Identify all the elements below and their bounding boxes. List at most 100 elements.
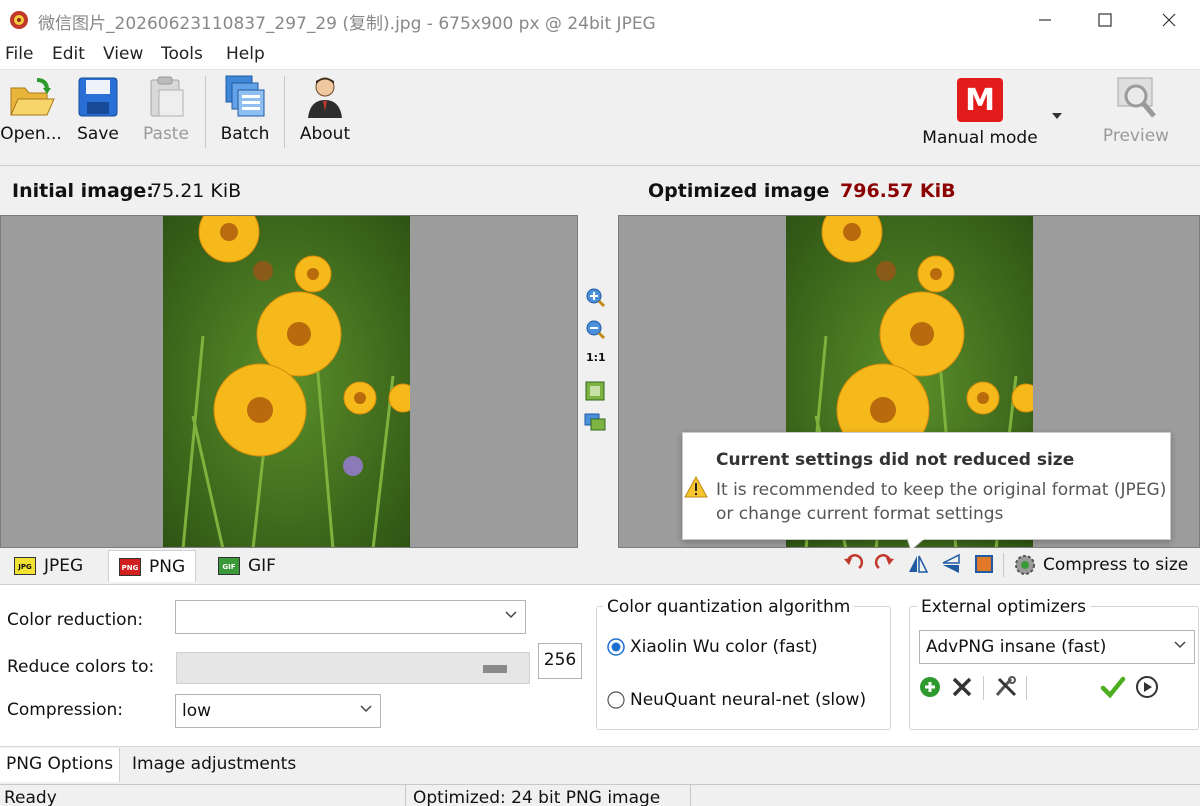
flip-vertical-icon[interactable] xyxy=(940,553,962,575)
radio-unselected-icon xyxy=(607,691,625,709)
tooltip-title: Current settings did not reduced size xyxy=(716,450,1075,470)
status-optimized: Optimized: 24 bit PNG image xyxy=(413,788,661,806)
maximize-icon xyxy=(1098,13,1112,27)
rotate-left-icon[interactable] xyxy=(842,553,864,575)
reduce-colors-label: Reduce colors to: xyxy=(7,657,155,677)
optimized-image-label: Optimized image xyxy=(648,180,830,202)
toolbar-separator xyxy=(983,676,984,700)
menu-view[interactable]: View xyxy=(103,44,143,64)
chevron-down-icon xyxy=(505,611,517,619)
minimize-button[interactable] xyxy=(1016,0,1074,40)
compression-label: Compression: xyxy=(7,700,124,720)
save-label: Save xyxy=(77,124,119,144)
initial-image-pane[interactable] xyxy=(0,215,578,548)
chevron-down-icon xyxy=(360,705,372,713)
run-optimizer-icon[interactable] xyxy=(1135,675,1159,699)
about-person-icon xyxy=(308,77,342,118)
initial-image-size: 75.21 KiB xyxy=(150,180,242,202)
open-label: Open... xyxy=(0,124,62,144)
close-button[interactable] xyxy=(1140,0,1198,40)
compare-images-icon[interactable] xyxy=(584,411,606,433)
external-optimizer-select[interactable]: AdvPNG insane (fast) xyxy=(919,630,1195,664)
status-ready: Ready xyxy=(4,788,57,806)
reduce-colors-slider[interactable] xyxy=(176,652,530,684)
menu-edit[interactable]: Edit xyxy=(52,44,85,64)
save-disk-icon xyxy=(78,77,118,117)
manual-mode-icon: M xyxy=(957,78,1003,122)
add-optimizer-icon[interactable] xyxy=(919,676,941,698)
crop-resize-icon[interactable] xyxy=(973,553,995,575)
gif-format-icon: GIF xyxy=(218,557,240,575)
external-optimizer-value: AdvPNG insane (fast) xyxy=(926,637,1107,657)
compression-select[interactable]: low xyxy=(175,694,381,728)
toolbar-separator xyxy=(205,76,206,148)
tab-png-label: PNG xyxy=(149,556,186,577)
radio-neuquant[interactable]: NeuQuant neural-net (slow) xyxy=(607,690,866,710)
preview-button[interactable]: Preview xyxy=(1100,74,1172,146)
check-enable-icon[interactable] xyxy=(1100,675,1126,699)
quantization-group xyxy=(596,606,891,730)
toolbar-separator xyxy=(1026,676,1027,700)
radio-xiaolin-wu[interactable]: Xiaolin Wu color (fast) xyxy=(607,637,818,657)
toolbar-separator xyxy=(284,76,285,148)
compression-value: low xyxy=(182,701,212,721)
paste-clipboard-icon xyxy=(150,76,184,117)
color-reduction-select[interactable] xyxy=(175,600,526,634)
rotate-right-icon[interactable] xyxy=(874,553,896,575)
initial-photo xyxy=(163,216,410,547)
optimizer-settings-tools-icon[interactable] xyxy=(993,675,1019,699)
app-icon xyxy=(10,11,28,29)
menu-tools[interactable]: Tools xyxy=(161,44,203,64)
quantization-group-title: Color quantization algorithm xyxy=(603,597,855,617)
fit-to-window-icon[interactable] xyxy=(584,380,606,402)
tab-png-options[interactable]: PNG Options xyxy=(0,748,121,782)
tooltip-message-line1: It is recommended to keep the original f… xyxy=(716,480,1167,500)
preview-label: Preview xyxy=(1102,126,1170,146)
status-separator xyxy=(690,785,691,806)
mode-dropdown-icon[interactable] xyxy=(1051,112,1063,120)
about-label: About xyxy=(299,124,351,144)
window-title: 微信图片_20260623110837_297_29 (复制).jpg - 67… xyxy=(38,14,656,34)
preview-magnifier-icon xyxy=(1117,77,1156,118)
reduce-colors-value-field[interactable]: 256 xyxy=(538,643,582,679)
paste-button[interactable]: Paste xyxy=(140,74,192,144)
batch-button[interactable]: Batch xyxy=(218,74,272,144)
radio-neuquant-label: NeuQuant neural-net (slow) xyxy=(630,690,867,710)
color-reduction-label: Color reduction: xyxy=(7,610,144,630)
manual-mode-button[interactable]: M Manual mode xyxy=(918,74,1042,148)
compress-to-size-button[interactable]: Compress to size xyxy=(1013,553,1188,577)
open-button[interactable]: Open... xyxy=(0,74,62,144)
compress-gear-icon xyxy=(1015,555,1035,575)
optimized-image-size: 796.57 KiB xyxy=(840,180,956,202)
flowers-photo-image xyxy=(163,216,410,547)
toolbar-separator xyxy=(1003,553,1004,577)
tab-gif-label: GIF xyxy=(248,556,276,576)
remove-optimizer-icon[interactable] xyxy=(951,676,973,698)
tab-jpeg[interactable]: JPG JPEG xyxy=(4,550,93,582)
tab-gif[interactable]: GIF GIF xyxy=(208,550,286,582)
external-optimizers-title: External optimizers xyxy=(917,597,1091,617)
flip-horizontal-icon[interactable] xyxy=(907,553,929,575)
zoom-actual-size-button[interactable]: 1:1 xyxy=(586,351,606,364)
save-button[interactable]: Save xyxy=(72,74,124,144)
external-optimizers-group xyxy=(909,606,1199,730)
warning-icon xyxy=(684,476,708,498)
slider-thumb[interactable] xyxy=(483,665,507,673)
chevron-down-icon xyxy=(1174,641,1186,649)
about-button[interactable]: About xyxy=(296,74,354,144)
manual-mode-label: Manual mode xyxy=(922,128,1038,148)
maximize-button[interactable] xyxy=(1076,0,1134,40)
zoom-out-icon[interactable] xyxy=(584,318,606,340)
batch-icon xyxy=(225,75,265,117)
menu-file[interactable]: File xyxy=(5,44,33,64)
tab-png[interactable]: PNG PNG xyxy=(108,550,197,582)
radio-selected-icon xyxy=(607,638,625,656)
paste-label: Paste xyxy=(143,124,189,144)
png-format-icon: PNG xyxy=(119,557,141,576)
menu-help[interactable]: Help xyxy=(226,44,265,64)
zoom-in-icon[interactable] xyxy=(584,286,606,308)
tab-jpeg-label: JPEG xyxy=(44,556,84,576)
tooltip-message-line2: or change current format settings xyxy=(716,504,1004,524)
tab-image-adjustments[interactable]: Image adjustments xyxy=(126,748,302,782)
radio-xiaolin-wu-label: Xiaolin Wu color (fast) xyxy=(630,637,818,657)
